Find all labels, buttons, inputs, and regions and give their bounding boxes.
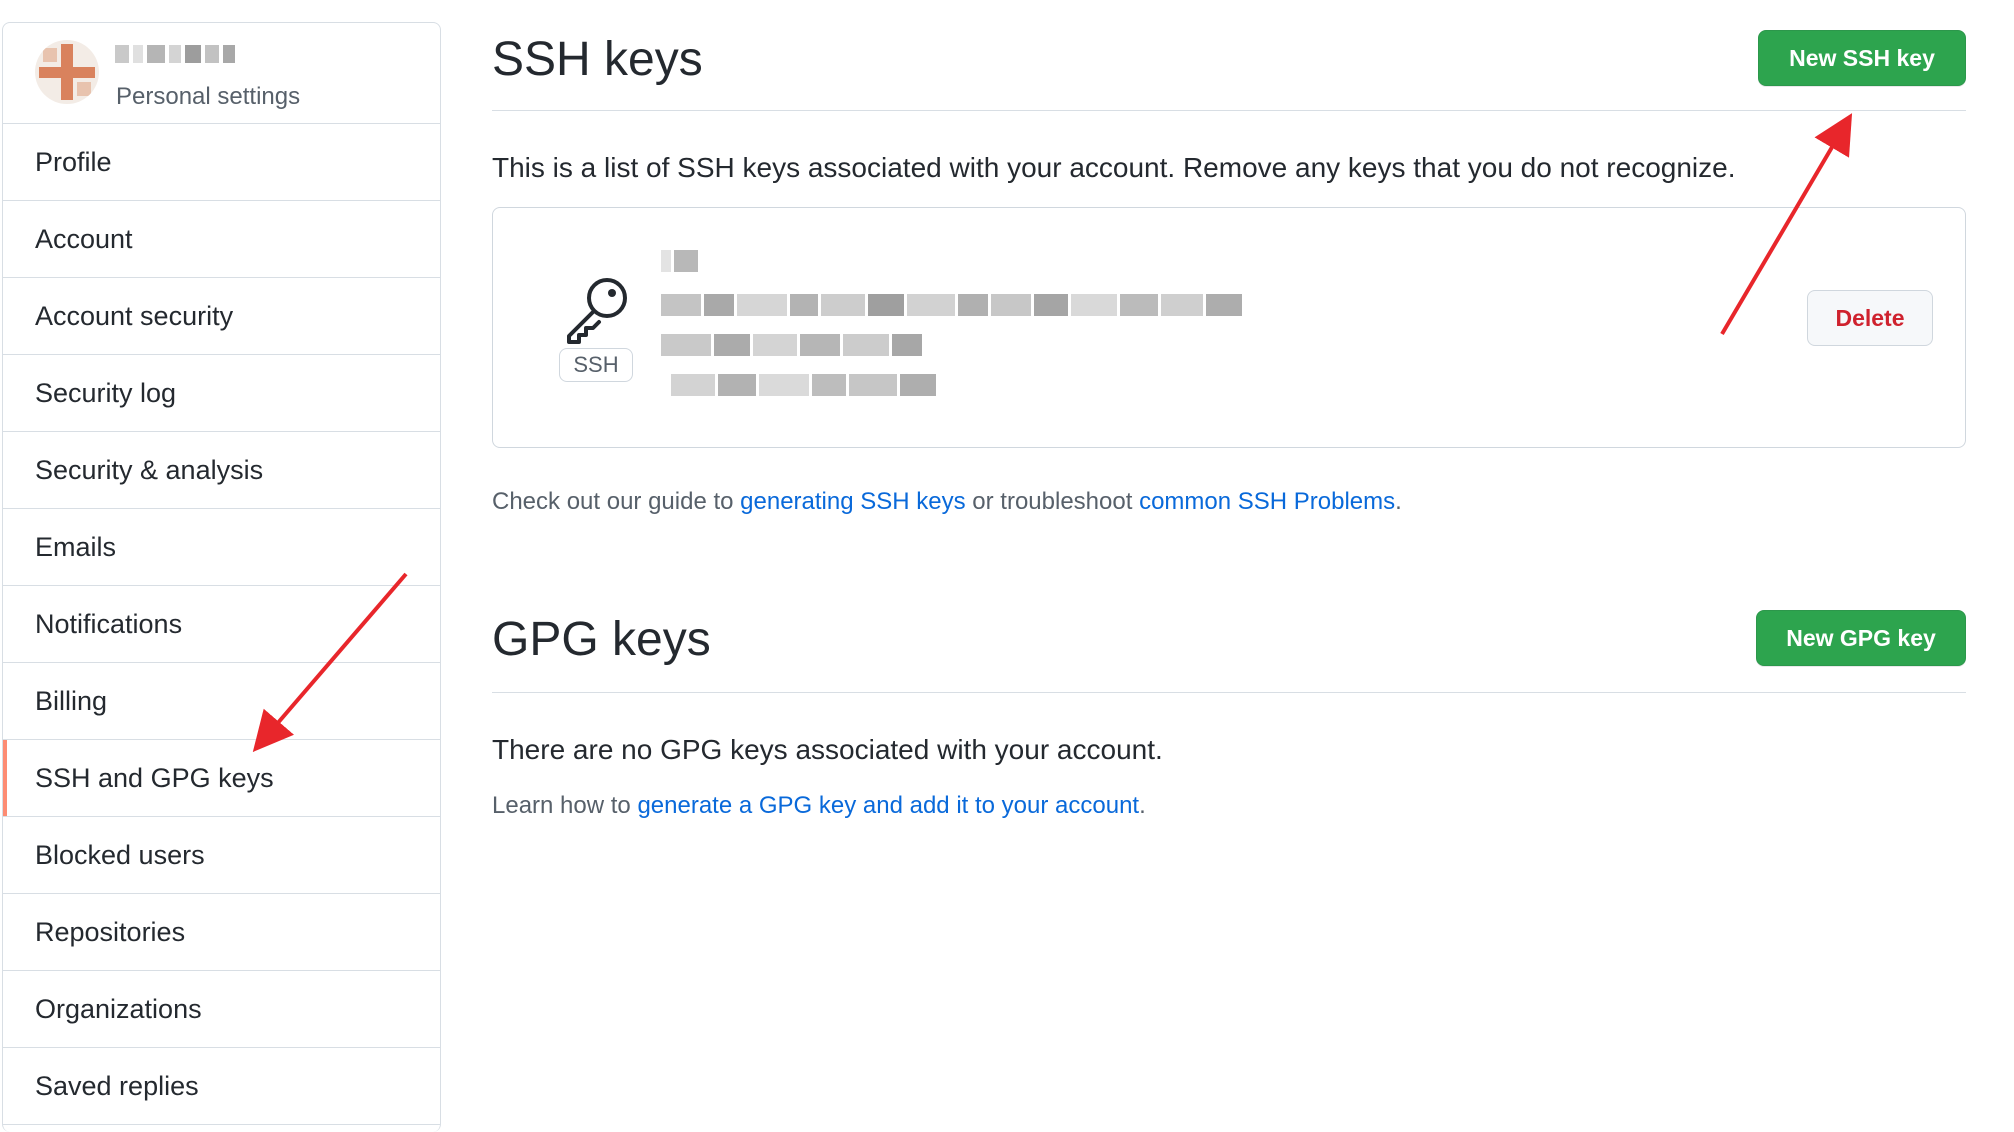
- gpg-learn-note: Learn how to generate a GPG key and add …: [492, 792, 1146, 820]
- generate-gpg-key-link[interactable]: generate a GPG key and add it to your ac…: [637, 792, 1139, 819]
- new-gpg-key-button[interactable]: New GPG key: [1756, 610, 1966, 666]
- ssh-divider: [492, 110, 1966, 111]
- sidebar-item-profile[interactable]: Profile: [3, 124, 440, 201]
- sidebar-item-blocked-users[interactable]: Blocked users: [3, 817, 440, 894]
- new-ssh-key-button[interactable]: New SSH key: [1758, 30, 1966, 86]
- settings-sidebar: Personal settings Profile Account Accoun…: [2, 22, 441, 1132]
- avatar[interactable]: [35, 40, 99, 104]
- key-last-used-redacted: [671, 374, 936, 396]
- ssh-guide-prefix: Check out our guide to: [492, 488, 741, 515]
- sidebar-item-billing[interactable]: Billing: [3, 663, 440, 740]
- key-icon: [567, 278, 627, 344]
- sidebar-item-security-log[interactable]: Security log: [3, 355, 440, 432]
- key-fingerprint-redacted: [661, 294, 1242, 316]
- ssh-guide-suffix: .: [1395, 488, 1402, 515]
- sidebar-item-organizations[interactable]: Organizations: [3, 971, 440, 1048]
- ssh-key-badge: SSH: [559, 348, 633, 382]
- gpg-empty-text: There are no GPG keys associated with yo…: [492, 734, 1163, 765]
- gpg-learn-suffix: .: [1139, 792, 1146, 819]
- sidebar-subtitle: Personal settings: [116, 83, 301, 110]
- ssh-description: This is a list of SSH keys associated wi…: [492, 152, 1736, 183]
- sidebar-item-ssh-gpg-keys[interactable]: SSH and GPG keys: [3, 740, 440, 817]
- delete-ssh-key-button[interactable]: Delete: [1807, 290, 1933, 346]
- username-redacted[interactable]: [115, 45, 235, 63]
- sidebar-item-saved-replies[interactable]: Saved replies: [3, 1048, 440, 1125]
- sidebar-item-repositories[interactable]: Repositories: [3, 894, 440, 971]
- ssh-keys-title: SSH keys: [492, 33, 703, 86]
- sidebar-item-account[interactable]: Account: [3, 201, 440, 278]
- ssh-key-item: SSH Delete: [492, 207, 1966, 448]
- generating-ssh-keys-link[interactable]: generating SSH keys: [740, 488, 965, 515]
- sidebar-item-notifications[interactable]: Notifications: [3, 586, 440, 663]
- gpg-divider: [492, 692, 1966, 693]
- gpg-learn-prefix: Learn how to: [492, 792, 638, 819]
- sidebar-item-account-security[interactable]: Account security: [3, 278, 440, 355]
- common-ssh-problems-link[interactable]: common SSH Problems: [1139, 488, 1395, 515]
- key-added-redacted: [661, 334, 922, 356]
- sidebar-item-emails[interactable]: Emails: [3, 509, 440, 586]
- sidebar-menu: Profile Account Account security Securit…: [3, 124, 440, 1125]
- key-title-redacted: [661, 250, 698, 272]
- main-content: SSH keys New SSH key This is a list of S…: [492, 0, 1966, 1122]
- gpg-keys-title: GPG keys: [492, 613, 711, 666]
- ssh-guide-middle: or troubleshoot: [965, 488, 1140, 515]
- sidebar-header: Personal settings: [3, 23, 440, 124]
- sidebar-item-security-analysis[interactable]: Security & analysis: [3, 432, 440, 509]
- ssh-guide-note: Check out our guide to generating SSH ke…: [492, 488, 1402, 516]
